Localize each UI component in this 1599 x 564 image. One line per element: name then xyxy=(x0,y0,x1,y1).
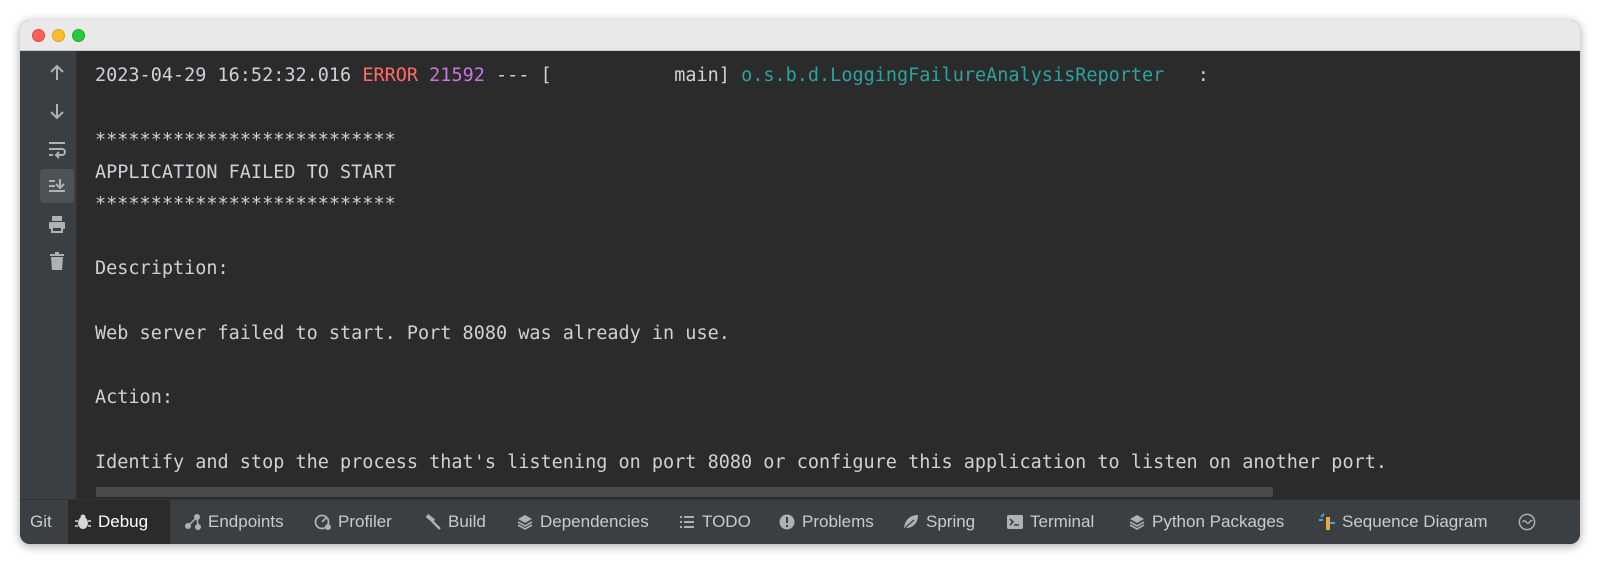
scroll-to-end-button[interactable] xyxy=(40,169,74,203)
log-thread: main] xyxy=(551,65,730,86)
horizontal-scrollbar[interactable] xyxy=(96,487,1273,497)
print-button[interactable] xyxy=(40,207,74,241)
description-label: Description: xyxy=(95,258,229,279)
list-icon xyxy=(680,516,694,528)
clear-console-button[interactable] xyxy=(40,244,74,278)
tab-label: Dependencies xyxy=(540,512,649,531)
tab-label: Problems xyxy=(802,512,874,531)
soft-wrap-button[interactable] xyxy=(40,132,74,166)
close-window-button[interactable] xyxy=(32,29,45,42)
tab-label: Python Packages xyxy=(1152,512,1285,531)
warning-icon xyxy=(779,514,795,530)
tab-git[interactable]: Git xyxy=(24,500,58,544)
tab-label: Profiler xyxy=(338,512,392,531)
soft-wrap-icon xyxy=(49,142,66,159)
tab-label: Git xyxy=(30,512,52,531)
tab-label: Debug xyxy=(98,512,149,531)
tab-sequence-diagram[interactable]: Sequence Diagram xyxy=(1312,500,1494,544)
scroll-up-button[interactable] xyxy=(40,56,74,90)
stars-bottom: *************************** xyxy=(95,194,396,215)
sequence-icon xyxy=(1319,513,1335,530)
console-toolbar xyxy=(28,51,77,499)
tool-window-bar: Git Debug Endpoints Profiler Build Depen… xyxy=(20,499,1580,544)
action-text: Identify and stop the process that's lis… xyxy=(95,452,1388,473)
endpoints-icon xyxy=(185,514,201,530)
title-bar xyxy=(20,20,1580,51)
tab-python-packages[interactable]: Python Packages xyxy=(1122,500,1290,544)
console-output[interactable]: 2023-04-29 16:52:32.016 ERROR 21592 --- … xyxy=(77,51,1580,499)
ide-window: 2023-04-29 16:52:32.016 ERROR 21592 --- … xyxy=(20,20,1580,544)
more-tool-windows-button[interactable] xyxy=(1518,500,1548,544)
log-level: ERROR xyxy=(362,65,419,86)
log-colon: : xyxy=(1197,65,1209,86)
tab-build[interactable]: Build xyxy=(418,500,492,544)
tab-label: Spring xyxy=(926,512,976,531)
layers-icon xyxy=(1129,515,1145,530)
left-gutter xyxy=(20,51,28,499)
tab-spring[interactable]: Spring xyxy=(896,500,981,544)
tab-label: Endpoints xyxy=(208,512,284,531)
tab-todo[interactable]: TODO xyxy=(672,500,757,544)
action-label: Action: xyxy=(95,387,173,408)
tab-label: Terminal xyxy=(1030,512,1095,531)
more-icon xyxy=(1518,513,1536,531)
log-timestamp: 2023-04-29 16:52:32.016 xyxy=(95,65,352,86)
tab-endpoints[interactable]: Endpoints xyxy=(178,500,290,544)
arrow-up-icon xyxy=(50,64,64,80)
profiler-icon xyxy=(314,514,331,530)
tab-label: Sequence Diagram xyxy=(1342,512,1488,531)
minimize-window-button[interactable] xyxy=(52,29,65,42)
tab-label: TODO xyxy=(702,512,751,531)
terminal-icon xyxy=(1007,515,1023,529)
maximize-window-button[interactable] xyxy=(72,29,85,42)
scroll-down-button[interactable] xyxy=(40,94,74,128)
print-icon xyxy=(49,216,65,233)
log-separator: --- [ xyxy=(496,65,552,86)
leaf-icon xyxy=(904,515,918,529)
tab-debug[interactable]: Debug xyxy=(68,500,170,544)
log-logger-link[interactable]: o.s.b.d.LoggingFailureAnalysisReporter xyxy=(741,65,1164,86)
tab-problems[interactable]: Problems xyxy=(772,500,880,544)
log-pid: 21592 xyxy=(429,65,485,86)
scroll-to-end-icon xyxy=(49,179,65,192)
layers-icon xyxy=(517,515,533,530)
tab-label: Build xyxy=(448,512,486,531)
tab-terminal[interactable]: Terminal xyxy=(1000,500,1100,544)
tab-dependencies[interactable]: Dependencies xyxy=(510,500,655,544)
arrow-down-icon xyxy=(50,104,64,120)
tab-profiler[interactable]: Profiler xyxy=(308,500,398,544)
bug-icon xyxy=(75,514,91,529)
failure-heading: APPLICATION FAILED TO START xyxy=(95,162,396,183)
trash-icon xyxy=(50,252,64,270)
hammer-icon xyxy=(425,513,441,530)
description-text: Web server failed to start. Port 8080 wa… xyxy=(95,323,730,344)
log-line: 2023-04-29 16:52:32.016 ERROR 21592 --- … xyxy=(95,63,1209,89)
stars-top: *************************** xyxy=(95,130,396,151)
